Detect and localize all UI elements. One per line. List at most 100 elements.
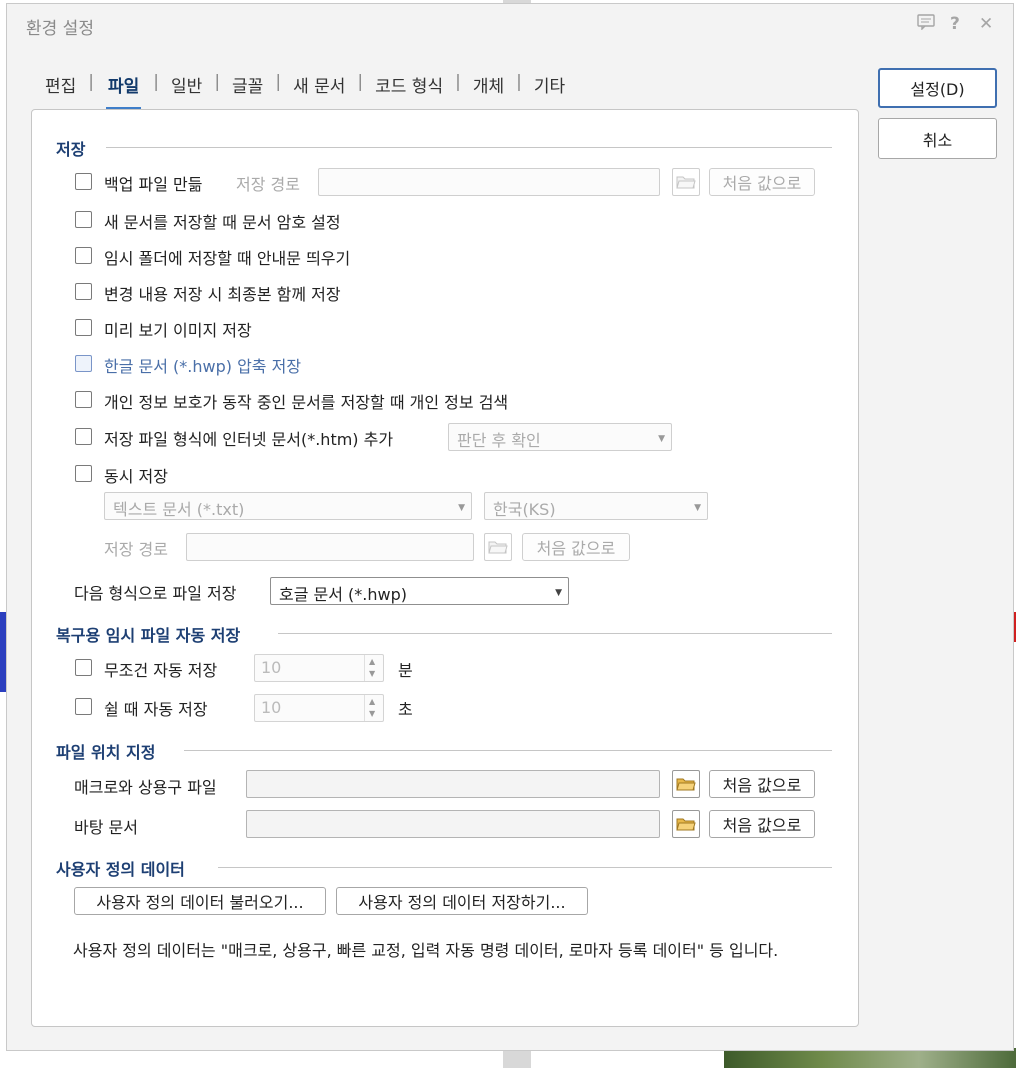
- simultaneous-save-label: 동시 저장: [104, 467, 168, 486]
- tab-separator: |: [455, 72, 461, 92]
- simultaneous-folder-button[interactable]: [484, 533, 512, 561]
- backup-reset-button[interactable]: 처음 값으로: [709, 168, 815, 196]
- idle-autosave-checkbox[interactable]: [75, 698, 92, 715]
- option-checkbox[interactable]: [75, 319, 92, 336]
- tab-new-document[interactable]: 새 문서: [293, 70, 345, 97]
- preferences-dialog: 환경 설정 ? ✕ 편집 | 파일 | 일반 | 글꼴 | 새 문서 | 코드 …: [6, 3, 1014, 1051]
- encoding-value: 한국(KS): [493, 500, 556, 519]
- section-divider: [106, 147, 832, 148]
- tab-font[interactable]: 글꼴: [232, 70, 263, 97]
- option-label: 한글 문서 (*.hwp) 압축 저장: [104, 357, 302, 376]
- option-checkbox[interactable]: [75, 211, 92, 228]
- text-format-value: 텍스트 문서 (*.txt): [113, 500, 245, 519]
- tab-bar: 편집 | 파일 | 일반 | 글꼴 | 새 문서 | 코드 형식 | 개체 | …: [45, 70, 565, 110]
- tab-separator: |: [275, 72, 282, 92]
- window-title: 환경 설정: [26, 19, 94, 39]
- chevron-up-icon[interactable]: ▲: [369, 697, 375, 706]
- option-label: 미리 보기 이미지 저장: [104, 321, 252, 340]
- macro-reset-button[interactable]: 처음 값으로: [709, 770, 815, 798]
- section-divider: [278, 633, 832, 634]
- macro-file-label: 매크로와 상용구 파일: [74, 778, 217, 797]
- option-checkbox[interactable]: [75, 391, 92, 408]
- chevron-down-icon: ▼: [458, 503, 465, 513]
- load-userdata-button[interactable]: 사용자 정의 데이터 불러오기...: [74, 887, 326, 915]
- chevron-down-icon: ▼: [658, 434, 665, 444]
- tab-etc[interactable]: 기타: [534, 70, 565, 97]
- template-folder-button[interactable]: [672, 810, 700, 838]
- chevron-down-icon: ▼: [694, 503, 701, 513]
- tab-object[interactable]: 개체: [473, 70, 504, 97]
- file-settings-panel: 저장 백업 파일 만듦 저장 경로 처음 값으로 새 문서를 저장할 때 문서 …: [31, 109, 859, 1027]
- tab-code-format[interactable]: 코드 형식: [375, 70, 443, 97]
- chevron-down-icon[interactable]: ▼: [369, 709, 375, 718]
- close-icon[interactable]: ✕: [979, 14, 993, 34]
- template-file-input[interactable]: [246, 810, 660, 838]
- backup-path-input[interactable]: [318, 168, 660, 196]
- tab-file[interactable]: 파일: [106, 70, 142, 110]
- text-format-select[interactable]: 텍스트 문서 (*.txt) ▼: [104, 492, 472, 520]
- option-label: 새 문서를 저장할 때 문서 암호 설정: [104, 213, 341, 232]
- save-format-select[interactable]: 호글 문서 (*.hwp) ▼: [270, 577, 569, 605]
- encoding-select[interactable]: 한국(KS) ▼: [484, 492, 708, 520]
- simultaneous-reset-button[interactable]: 처음 값으로: [522, 533, 630, 561]
- folder-icon: [488, 541, 508, 554]
- folder-icon: [676, 778, 696, 791]
- minutes-unit: 분: [398, 661, 413, 680]
- stepper-value: 10: [261, 658, 282, 677]
- backup-path-label: 저장 경로: [236, 175, 300, 194]
- save-format-label: 다음 형식으로 파일 저장: [74, 584, 237, 603]
- chevron-down-icon: ▼: [555, 588, 562, 598]
- section-title-userdata: 사용자 정의 데이터: [56, 860, 185, 879]
- backup-label: 백업 파일 만듦: [104, 175, 203, 194]
- section-title-save: 저장: [56, 140, 86, 159]
- chevron-up-icon[interactable]: ▲: [369, 657, 375, 666]
- background-window-edge: [503, 1051, 531, 1068]
- template-reset-button[interactable]: 처음 값으로: [709, 810, 815, 838]
- option-label: 저장 파일 형식에 인터넷 문서(*.htm) 추가: [104, 430, 394, 449]
- section-divider: [184, 750, 832, 751]
- template-file-label: 바탕 문서: [74, 818, 138, 837]
- comment-icon[interactable]: [917, 14, 935, 35]
- always-autosave-checkbox[interactable]: [75, 659, 92, 676]
- title-bar: 환경 설정 ? ✕: [7, 4, 1013, 48]
- option-label: 개인 정보 보호가 동작 중인 문서를 저장할 때 개인 정보 검색: [104, 393, 509, 412]
- option-checkbox[interactable]: [75, 283, 92, 300]
- tab-general[interactable]: 일반: [171, 70, 202, 97]
- option-checkbox[interactable]: [75, 355, 92, 372]
- option-label: 변경 내용 저장 시 최종본 함께 저장: [104, 285, 341, 304]
- simultaneous-path-label: 저장 경로: [104, 540, 168, 559]
- simultaneous-save-checkbox[interactable]: [75, 465, 92, 482]
- section-divider: [218, 867, 832, 868]
- backup-folder-button[interactable]: [672, 168, 700, 196]
- tab-separator: |: [214, 72, 221, 92]
- option-label: 임시 폴더에 저장할 때 안내문 띄우기: [104, 249, 351, 268]
- option-checkbox[interactable]: [75, 247, 92, 264]
- background-image: [724, 1048, 1016, 1068]
- simultaneous-path-input[interactable]: [186, 533, 474, 561]
- idle-autosave-label: 쉴 때 자동 저장: [104, 700, 208, 719]
- macro-file-input[interactable]: [246, 770, 660, 798]
- ok-button[interactable]: 설정(D): [878, 68, 997, 108]
- folder-icon: [676, 818, 696, 831]
- userdata-description: 사용자 정의 데이터는 "매크로, 상용구, 빠른 교정, 입력 자동 명령 데…: [73, 941, 779, 960]
- stepper-arrows[interactable]: ▲ ▼: [364, 695, 383, 721]
- macro-folder-button[interactable]: [672, 770, 700, 798]
- save-format-value: 호글 문서 (*.hwp): [279, 585, 408, 604]
- backup-checkbox[interactable]: [75, 173, 92, 190]
- chevron-down-icon[interactable]: ▼: [369, 669, 375, 678]
- stepper-value: 10: [261, 698, 282, 717]
- section-title-autosave: 복구용 임시 파일 자동 저장: [56, 626, 241, 645]
- tab-separator: |: [88, 72, 95, 92]
- cancel-button[interactable]: 취소: [878, 118, 997, 159]
- help-icon[interactable]: ?: [950, 14, 960, 34]
- folder-icon: [676, 176, 696, 189]
- stepper-arrows[interactable]: ▲ ▼: [364, 655, 383, 681]
- always-autosave-minutes-stepper[interactable]: 10 ▲ ▼: [254, 654, 384, 682]
- option-checkbox[interactable]: [75, 428, 92, 445]
- idle-autosave-seconds-stepper[interactable]: 10 ▲ ▼: [254, 694, 384, 722]
- tab-separator: |: [357, 72, 364, 92]
- htm-option-select[interactable]: 판단 후 확인 ▼: [448, 423, 672, 451]
- save-userdata-button[interactable]: 사용자 정의 데이터 저장하기...: [336, 887, 588, 915]
- tab-edit[interactable]: 편집: [45, 70, 76, 97]
- always-autosave-label: 무조건 자동 저장: [104, 661, 218, 680]
